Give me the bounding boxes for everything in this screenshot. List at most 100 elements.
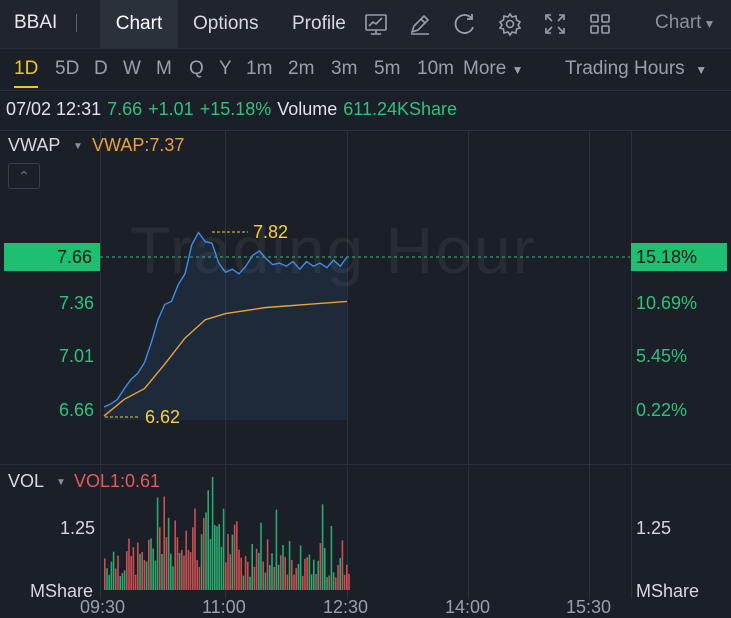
pct-tick: 5.45%	[636, 346, 688, 366]
volume-bar	[156, 497, 159, 590]
volume-bar	[192, 527, 194, 590]
volume-bar	[196, 560, 198, 590]
volume-bar	[159, 527, 161, 590]
volume-bar	[172, 566, 174, 590]
volume-bar	[121, 573, 124, 590]
volume-bar	[240, 557, 242, 590]
volume-bar	[181, 549, 183, 590]
volume-bar	[214, 525, 216, 590]
volume-bar	[128, 538, 130, 590]
volume-bar	[185, 530, 187, 590]
price-area-fill	[104, 232, 347, 420]
volume-bar	[218, 524, 220, 590]
volume-bar	[264, 572, 267, 590]
volume-bar	[178, 553, 181, 590]
volume-bar	[324, 548, 326, 590]
volume-bar	[321, 504, 324, 590]
volume-bar	[209, 539, 212, 590]
pct-tick: 10.69%	[636, 293, 698, 313]
time-tick: 11:00	[202, 597, 246, 617]
volume-bar	[141, 551, 143, 590]
volume-bar	[130, 556, 132, 590]
volume-bar	[194, 508, 196, 590]
price-tick: 7.01	[58, 346, 94, 366]
volume-bar	[152, 548, 154, 590]
volume-bar	[326, 577, 328, 590]
volume-bar	[115, 568, 117, 590]
volume-bar	[249, 576, 251, 590]
volume-bar	[139, 553, 141, 590]
volume-bar	[339, 558, 341, 590]
volume-bar	[126, 551, 128, 590]
current-pct-tag: 15.18%	[631, 243, 727, 271]
volume-bar	[216, 526, 218, 590]
volume-bar	[187, 549, 190, 590]
volume-bar	[271, 553, 273, 590]
volume-bar	[346, 564, 348, 590]
volume-bar	[253, 566, 256, 590]
volume-bar	[145, 561, 148, 590]
volume-bar	[110, 561, 113, 590]
volume-bar	[148, 539, 150, 590]
volume-bar	[238, 549, 240, 590]
volume-bar	[225, 562, 227, 590]
volume-bar	[280, 555, 282, 590]
volume-bar	[282, 545, 284, 590]
volume-bar	[332, 572, 335, 590]
volume-bar	[207, 490, 209, 590]
volume-bar	[317, 560, 319, 590]
pct-tick: 0.22%	[636, 400, 688, 420]
chevron-down-icon[interactable]: ▼	[56, 477, 66, 488]
volume-bar	[291, 560, 293, 590]
volume-bar	[343, 574, 346, 590]
volume-bar	[154, 560, 157, 590]
volume-bar	[161, 554, 163, 590]
volume-bar	[211, 476, 214, 590]
high-price-label: 7.82	[253, 222, 289, 242]
volume-bar	[227, 534, 229, 590]
time-tick: 15:30	[566, 597, 612, 617]
volume-bar	[288, 541, 291, 590]
volume-bar	[143, 560, 146, 590]
price-tick: 7.36	[58, 293, 94, 313]
price-chart	[100, 231, 630, 590]
volume-bar	[236, 521, 238, 590]
volume-bar	[297, 563, 300, 590]
volume-bars	[104, 476, 350, 590]
volume-bar	[275, 509, 278, 590]
volume-bar	[174, 520, 176, 590]
volume-bar	[205, 512, 207, 590]
volume-bar	[189, 552, 192, 590]
low-price-label: 6.62	[145, 407, 181, 427]
volume-bar	[106, 568, 108, 590]
volume-bar	[170, 553, 172, 590]
volume-bar	[220, 546, 223, 590]
volume-bar	[295, 568, 297, 590]
volume-bar	[251, 544, 253, 590]
volume-bar	[123, 570, 126, 590]
volume-bar	[273, 566, 275, 590]
volume-bar	[150, 538, 152, 590]
volume-bar	[284, 556, 286, 590]
volume-bar	[315, 574, 317, 590]
volume-indicator-label[interactable]: VOL	[8, 471, 44, 492]
volume-bar	[255, 548, 258, 590]
volume-bar	[310, 574, 313, 590]
volume-bar	[132, 547, 135, 590]
volume-bar	[222, 508, 225, 590]
volume-bar	[108, 574, 110, 590]
current-price-tag: 7.66	[4, 243, 100, 271]
volume-bar	[233, 524, 236, 590]
volume-bar	[302, 575, 304, 590]
volume-bar	[119, 576, 121, 590]
volume-bar	[112, 551, 115, 590]
volume-bar	[167, 517, 170, 590]
time-tick: 09:30	[80, 597, 126, 617]
volume-bar	[165, 537, 168, 590]
volume-bar	[330, 526, 333, 590]
volume-bar	[286, 574, 289, 590]
volume-bar	[269, 565, 271, 590]
volume-bar	[266, 539, 269, 590]
volume-bar	[200, 534, 203, 590]
volume-bar	[313, 559, 315, 590]
